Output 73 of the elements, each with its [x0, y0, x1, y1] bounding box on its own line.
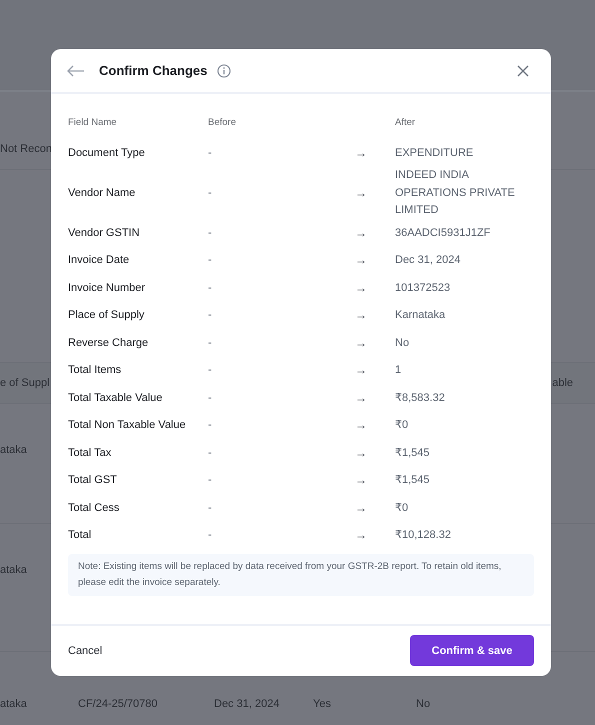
field-name: Total Tax — [68, 446, 112, 460]
before-value: - — [208, 390, 213, 406]
before-value: - — [208, 226, 213, 240]
before-value: - — [208, 528, 213, 543]
after-value: Karnataka — [395, 308, 446, 323]
column-header: Before — [208, 116, 237, 130]
after-value: ₹0 — [395, 500, 410, 516]
arrow-glyph: → — [355, 184, 368, 202]
field-name: Total GST — [68, 473, 118, 488]
arrow-glyph: → — [355, 444, 368, 462]
after-value: ₹8,583.32 — [395, 390, 446, 406]
table-cell-text: Dec 31, 2024 — [214, 697, 280, 712]
after-value: 1 — [395, 363, 402, 378]
after-value: ₹1,545 — [395, 446, 431, 460]
before-value: - — [208, 500, 213, 516]
note-text: Note: Existing items will be replaced by data received from your GSTR-2B report. To retain old items, please edit the invoice separately. — [68, 554, 534, 596]
field-name: Total Items — [68, 363, 122, 378]
before-value: - — [208, 418, 213, 433]
before-value: - — [208, 308, 213, 323]
after-value: INDEED INDIA OPERATIONS PRIVATE LIMITED — [395, 168, 516, 218]
close-icon[interactable] — [517, 64, 529, 76]
after-value: Dec 31, 2024 — [395, 253, 462, 268]
before-value: - — [208, 446, 213, 460]
dialog-title: Confirm Changes — [99, 63, 208, 78]
column-header: Field Name — [68, 116, 118, 130]
before-value: - — [208, 146, 213, 160]
field-name: Reverse Charge — [68, 336, 150, 350]
table-cell-text: No — [416, 697, 432, 712]
arrow-glyph: → — [355, 280, 368, 296]
field-name: Total Non Taxable Value — [68, 418, 187, 433]
arrow-glyph: → — [355, 252, 368, 269]
after-value: No — [395, 336, 410, 350]
field-name: Vendor Name — [68, 186, 136, 200]
cancel-button[interactable]: Cancel — [68, 644, 102, 656]
table-cell-text: ataka — [0, 697, 28, 712]
table-cell-text: Yes — [313, 697, 332, 712]
arrow-glyph: → — [355, 500, 368, 516]
arrow-glyph: → — [355, 307, 368, 324]
field-name: Invoice Date — [68, 253, 130, 268]
arrow-glyph: → — [355, 472, 368, 489]
after-value: EXPENDITURE — [395, 146, 474, 160]
info-icon[interactable] — [217, 64, 232, 78]
before-value: - — [208, 253, 213, 268]
arrow-glyph: → — [355, 144, 368, 162]
before-value: - — [208, 363, 213, 378]
arrow-glyph: → — [355, 417, 368, 434]
column-header: able — [552, 377, 573, 389]
after-value: 36AADCI5931J1ZF — [395, 226, 492, 240]
arrow-glyph: → — [355, 224, 368, 242]
before-value: - — [208, 473, 213, 488]
after-value: ₹1,545 — [395, 473, 431, 488]
after-value: ₹10,128.32 — [395, 528, 452, 543]
after-value: 101372523 — [395, 280, 452, 296]
table-cell-text: CF/24-25/70780 — [78, 697, 158, 712]
column-header: e of Suppl — [0, 377, 50, 389]
arrow-glyph: → — [355, 362, 368, 379]
column-header: After — [395, 116, 416, 130]
field-name: Invoice Number — [68, 280, 146, 296]
before-value: - — [208, 186, 213, 200]
field-name: Document Type — [68, 146, 146, 160]
back-arrow-icon[interactable] — [67, 64, 85, 76]
before-value: - — [208, 336, 213, 350]
field-name: Total Cess — [68, 500, 120, 516]
field-name: Place of Supply — [68, 308, 146, 323]
arrow-glyph: → — [355, 527, 368, 544]
arrow-glyph: → — [355, 390, 368, 406]
after-value: ₹0 — [395, 418, 410, 433]
field-name: Total Taxable Value — [68, 390, 164, 406]
field-name: Total — [68, 528, 92, 543]
before-value: - — [208, 280, 213, 296]
confirm-save-button[interactable]: Confirm & save — [410, 635, 534, 666]
arrow-glyph: → — [355, 334, 368, 352]
field-name: Vendor GSTIN — [68, 226, 141, 240]
